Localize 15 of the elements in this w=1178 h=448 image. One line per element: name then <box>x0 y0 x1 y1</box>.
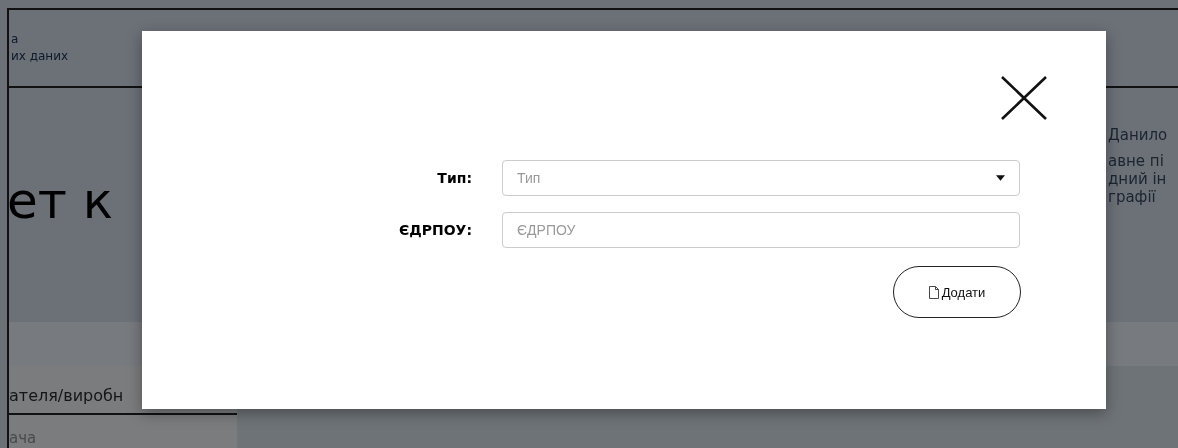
type-dropdown[interactable]: Тип <box>502 160 1020 196</box>
page-heading: ет к <box>7 172 113 230</box>
add-button[interactable]: Додати <box>893 266 1021 318</box>
close-icon[interactable] <box>1000 75 1048 121</box>
header-text: их даних <box>11 48 70 65</box>
caret-icon <box>996 175 1005 181</box>
document-icon <box>928 285 939 299</box>
field-label: ЄДРПОУ: <box>398 222 472 238</box>
input-field[interactable]: ЄДРПОУ <box>502 212 1020 248</box>
info-text: дний ін <box>1108 170 1168 188</box>
user-name: Данило <box>1108 126 1169 144</box>
info-text: авне пі <box>1108 152 1165 170</box>
header-text: а <box>11 31 20 48</box>
info-text: графії <box>1108 188 1157 206</box>
field-label: Тип: <box>436 170 472 186</box>
